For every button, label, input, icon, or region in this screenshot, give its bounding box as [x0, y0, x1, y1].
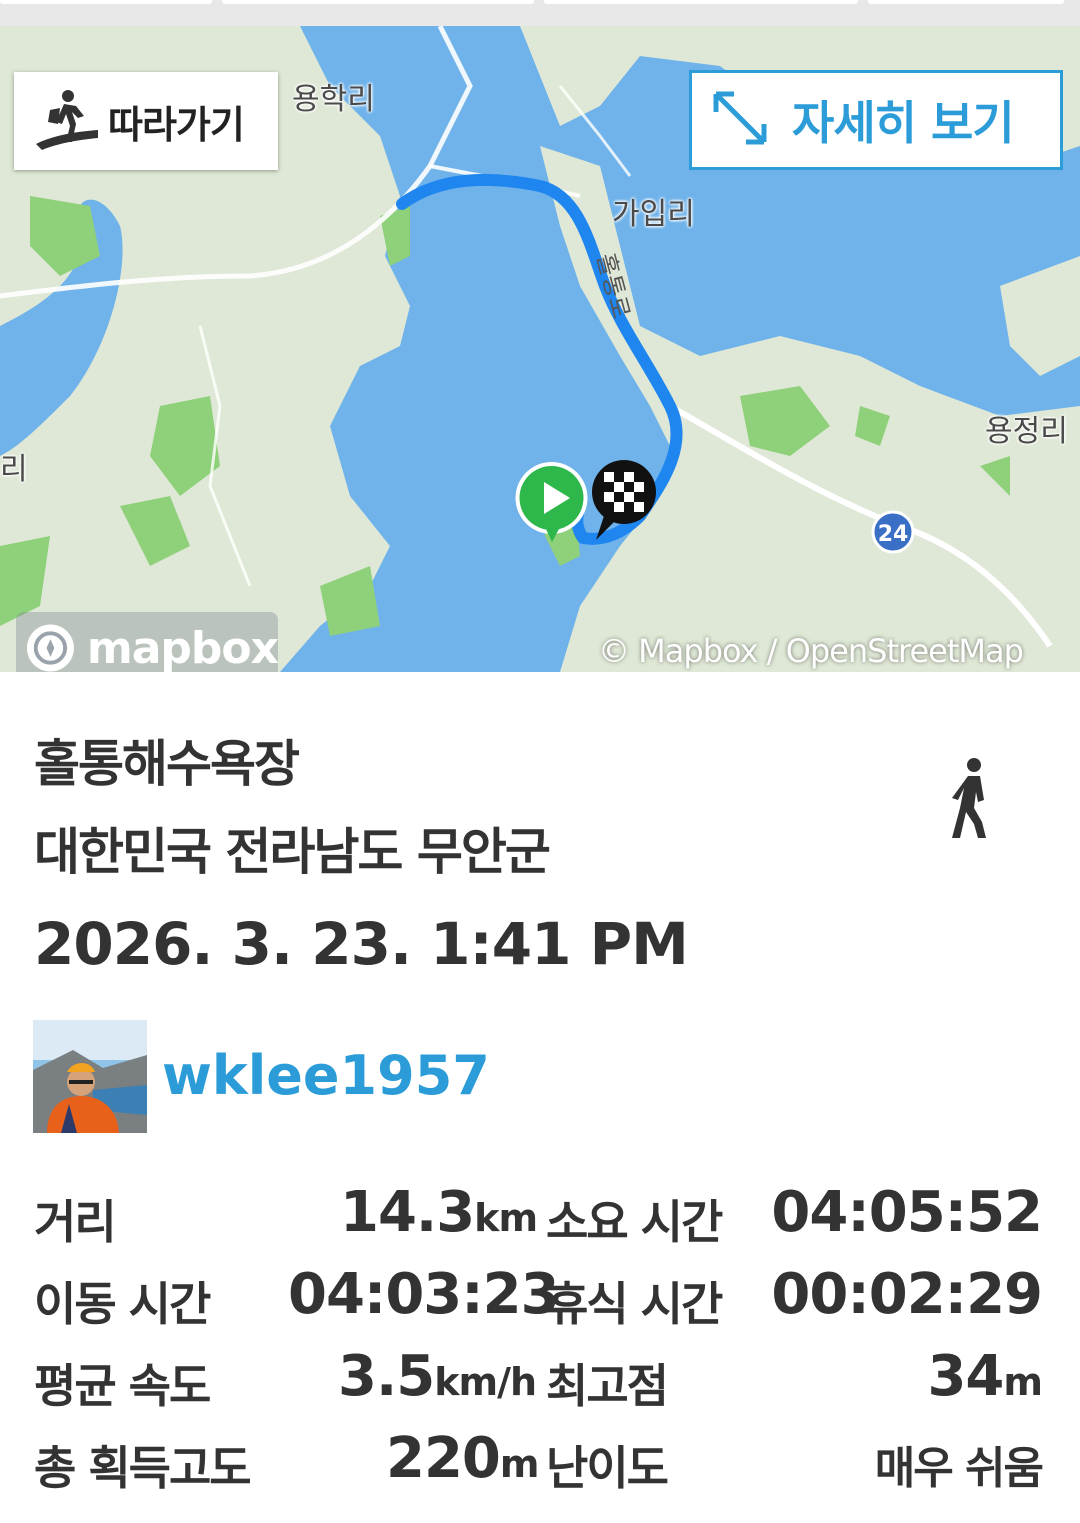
difficulty-label: 난이도: [546, 1441, 669, 1495]
difficulty-value: 매우 쉬움: [874, 1443, 1044, 1494]
map-attribution[interactable]: © Mapbox / OpenStreetMap: [598, 632, 1024, 670]
mapbox-logo[interactable]: mapbox: [16, 612, 279, 673]
detail-view-label: 자세히 보기: [792, 96, 1015, 150]
place-label-gaip: 가입리: [612, 197, 695, 232]
stats-row: 거리 14.3km 소요 시간 04:05:52: [0, 1170, 1080, 1254]
walking-person-icon: [952, 758, 986, 838]
moving-time-label: 이동 시간: [34, 1277, 211, 1331]
tab-segment[interactable]: [868, 0, 1064, 4]
svg-text:24: 24: [878, 522, 909, 547]
total-gain-value: 220m: [386, 1426, 540, 1491]
duration-label: 소요 시간: [546, 1195, 723, 1249]
max-altitude-label: 최고점: [546, 1359, 669, 1413]
mapbox-text: mapbox: [86, 622, 279, 673]
trip-address: 대한민국 전라남도 무안군: [34, 823, 551, 881]
expand-arrows-icon: [713, 91, 767, 145]
top-tab-strip: [0, 0, 1080, 26]
detail-view-button[interactable]: 자세히 보기: [689, 70, 1063, 170]
duration-value: 04:05:52: [771, 1180, 1043, 1245]
mapbox-icon: [26, 624, 74, 672]
place-label-yongjeong: 용정리: [985, 414, 1068, 449]
hiker-icon: [36, 90, 98, 150]
stats-row: 이동 시간 04:03:23 휴식 시간 00:02:29: [0, 1252, 1080, 1336]
max-altitude-value: 34m: [927, 1344, 1043, 1409]
trip-datetime: 2026. 3. 23. 1:41 PM: [34, 910, 689, 978]
trip-title: 홀통해수욕장: [34, 735, 300, 793]
avatar[interactable]: [33, 1020, 147, 1133]
follow-label: 따라가기: [108, 102, 245, 147]
route-map[interactable]: 24 홀통로 용학리 가입리 용정리 리 따라가기 자세히 보기 mapbox …: [0, 26, 1080, 672]
tab-segment[interactable]: [222, 0, 534, 4]
moving-time-value: 04:03:23: [288, 1262, 560, 1327]
rest-time-label: 휴식 시간: [546, 1277, 723, 1331]
tab-segment[interactable]: [0, 0, 212, 4]
avg-speed-value: 3.5km/h: [338, 1344, 537, 1409]
distance-label: 거리: [34, 1195, 117, 1249]
stats-row: 총 획득고도 220m 난이도 매우 쉬움: [0, 1416, 1080, 1500]
total-gain-label: 총 획득고도: [34, 1441, 252, 1495]
tab-segment[interactable]: [544, 0, 858, 4]
avg-speed-label: 평균 속도: [34, 1359, 211, 1413]
rest-time-value: 00:02:29: [771, 1262, 1043, 1327]
place-label-yonghak: 용학리: [292, 82, 375, 117]
place-label-edge: 리: [0, 452, 28, 487]
distance-value: 14.3km: [340, 1180, 538, 1245]
username-link[interactable]: wklee1957: [162, 1044, 490, 1107]
stats-row: 평균 속도 3.5km/h 최고점 34m: [0, 1334, 1080, 1418]
follow-button[interactable]: 따라가기: [14, 72, 278, 170]
